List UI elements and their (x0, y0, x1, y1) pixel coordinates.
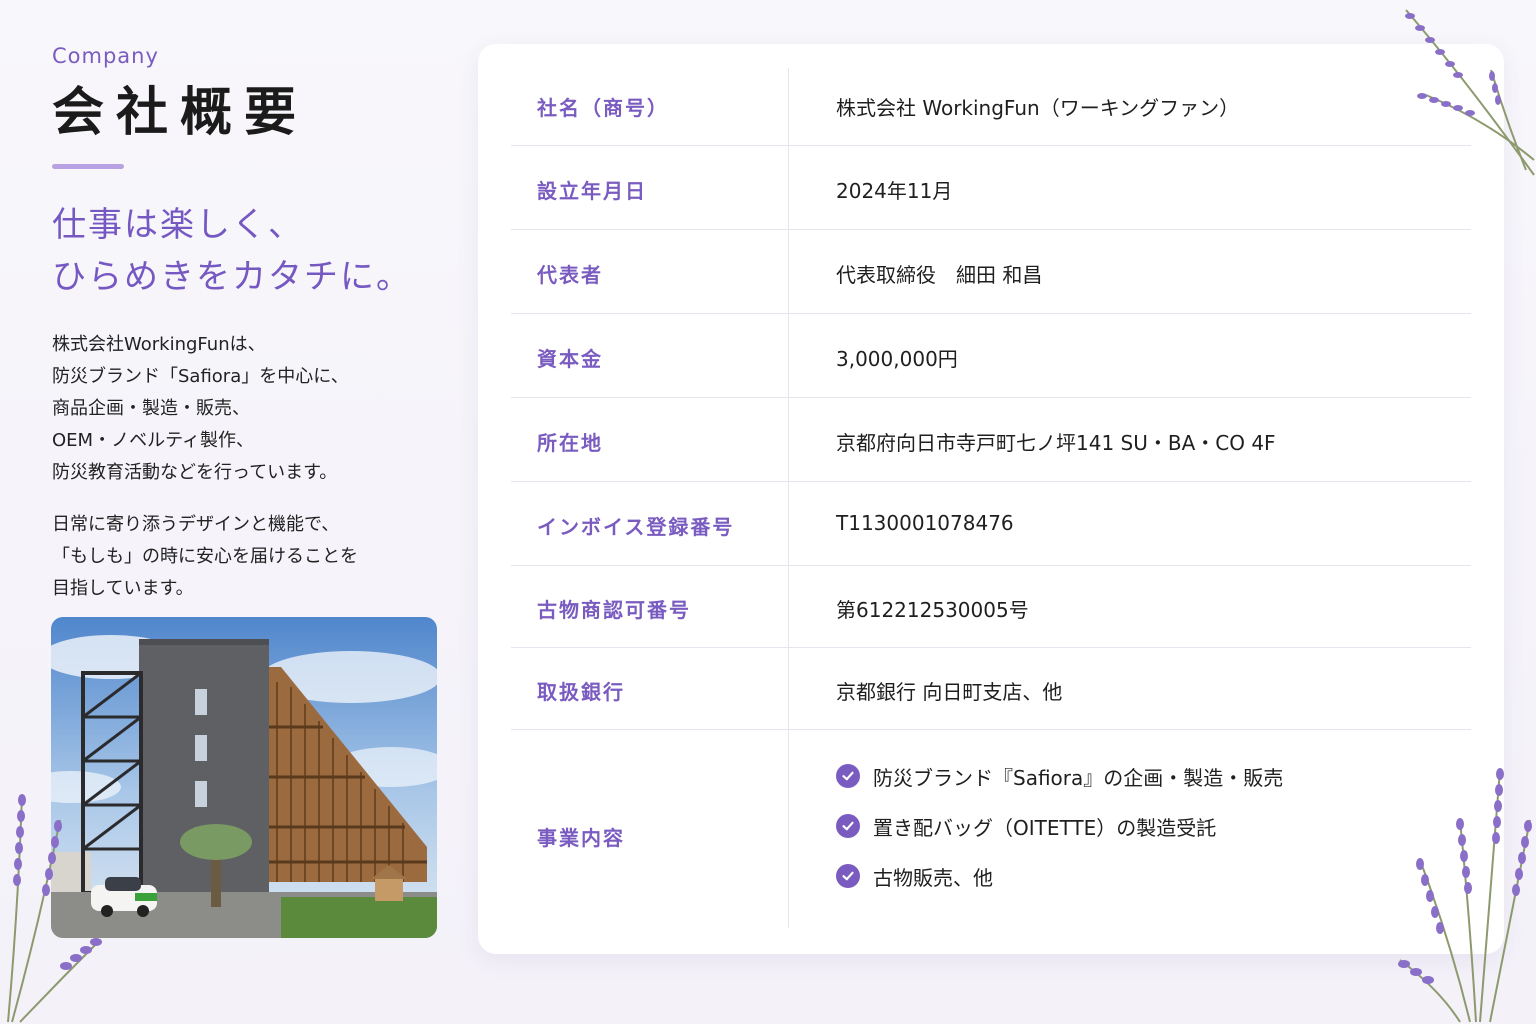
intro-line: 防災教育活動などを行っています。 (52, 462, 338, 483)
info-row-representative: 代表者 代表取締役 細田 和昌 (511, 229, 1471, 314)
intro-line: 日常に寄り添うデザインと機能で、 (52, 514, 340, 535)
info-row-bank: 取扱銀行 京都銀行 向日町支店、他 (511, 647, 1471, 730)
lavender-decoration-bottom-left (7, 794, 102, 1023)
business-item: 置き配バッグ（OITETTE）の製造受託 (836, 801, 1283, 851)
row-label: 古物商認可番号 (537, 598, 691, 622)
intro-line: 株式会社WorkingFunは、 (52, 334, 266, 355)
row-label: 社名（商号） (537, 96, 669, 120)
row-value: 京都府向日市寺戸町七ノ坪141 SU・BA・CO 4F (836, 431, 1276, 455)
intro-line: 「もしも」の時に安心を届けることを (52, 546, 358, 567)
info-row-invoice-number: インボイス登録番号 T1130001078476 (511, 481, 1471, 566)
lavender-decoration-top-right (1405, 9, 1535, 176)
company-info-card: 社名（商号） 株式会社 WorkingFun（ワーキングファン） 設立年月日 2… (478, 44, 1504, 954)
row-value: 第612212530005号 (836, 598, 1029, 622)
info-row-business: 事業内容 防災ブランド『Safiora』の企画・製造・販売 置き配バッグ（OIT… (511, 729, 1471, 929)
lavender-decoration-bottom-right (1398, 768, 1532, 1023)
intro-paragraph-2: 日常に寄り添うデザインと機能で、 「もしも」の時に安心を届けることを 目指してい… (52, 509, 442, 605)
intro-paragraph-1: 株式会社WorkingFunは、 防災ブランド「Safiora」を中心に、 商品… (52, 329, 442, 489)
row-label: 設立年月日 (537, 179, 647, 203)
business-item-text: 古物販売、他 (873, 865, 993, 890)
intro-line: 防災ブランド「Safiora」を中心に、 (52, 366, 349, 387)
business-list: 防災ブランド『Safiora』の企画・製造・販売 置き配バッグ（OITETTE）… (836, 751, 1283, 901)
business-item-text: 置き配バッグ（OITETTE）の製造受託 (873, 815, 1217, 840)
row-value: 株式会社 WorkingFun（ワーキングファン） (836, 96, 1240, 120)
title-underline (52, 164, 124, 169)
check-circle-icon (836, 814, 860, 838)
info-row-capital: 資本金 3,000,000円 (511, 313, 1471, 398)
row-value: 代表取締役 細田 和昌 (836, 263, 1043, 287)
info-row-antique-license: 古物商認可番号 第612212530005号 (511, 565, 1471, 648)
intro-line: OEM・ノベルティ製作、 (52, 430, 254, 451)
row-value: T1130001078476 (836, 511, 1014, 535)
catch-line-2: ひらめきをカタチに。 (52, 257, 412, 297)
row-label: 資本金 (537, 347, 603, 371)
row-label: 代表者 (537, 263, 603, 287)
intro-line: 目指しています。 (52, 578, 194, 599)
company-page: Company 会社概要 仕事は楽しく、 ひらめきをカタチに。 株式会社Work… (0, 0, 1536, 1024)
business-item: 防災ブランド『Safiora』の企画・製造・販売 (836, 751, 1283, 801)
catch-copy: 仕事は楽しく、 ひらめきをカタチに。 (52, 199, 442, 303)
row-label: 事業内容 (537, 826, 625, 850)
business-item-text: 防災ブランド『Safiora』の企画・製造・販売 (873, 765, 1284, 790)
info-row-company-name: 社名（商号） 株式会社 WorkingFun（ワーキングファン） (511, 68, 1471, 146)
business-item: 古物販売、他 (836, 851, 1283, 901)
row-value: 京都銀行 向日町支店、他 (836, 680, 1063, 704)
row-label: 取扱銀行 (537, 680, 625, 704)
intro-section: Company 会社概要 仕事は楽しく、 ひらめきをカタチに。 株式会社Work… (52, 44, 442, 605)
page-title: 会社概要 (52, 83, 309, 143)
info-row-established: 設立年月日 2024年11月 (511, 145, 1471, 230)
info-row-address: 所在地 京都府向日市寺戸町七ノ坪141 SU・BA・CO 4F (511, 397, 1471, 482)
section-kicker: Company (52, 44, 159, 68)
row-label: 所在地 (537, 431, 603, 455)
row-value: 3,000,000円 (836, 347, 958, 371)
row-label: インボイス登録番号 (537, 515, 735, 539)
intro-line: 商品企画・製造・販売、 (52, 398, 250, 419)
row-value: 2024年11月 (836, 179, 953, 203)
check-circle-icon (836, 764, 860, 788)
check-circle-icon (836, 864, 860, 888)
catch-line-1: 仕事は楽しく、 (52, 205, 304, 245)
